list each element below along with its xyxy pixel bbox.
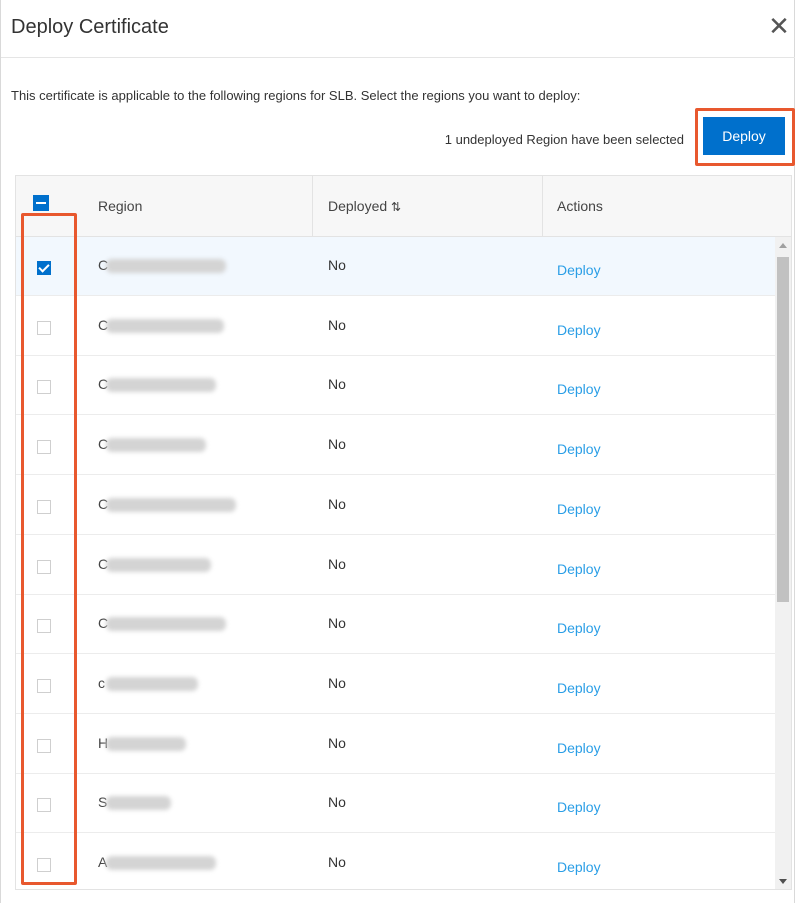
- table-row[interactable]: C No Deploy: [16, 416, 776, 476]
- redacted-region-text: [106, 497, 236, 512]
- region-cell: C: [98, 257, 248, 277]
- row-checkbox[interactable]: [37, 559, 51, 574]
- table-row[interactable]: C No Deploy: [16, 476, 776, 535]
- row-deploy-link[interactable]: Deploy: [557, 381, 601, 397]
- deploy-certificate-dialog: Deploy Certificate ✕ This certificate is…: [0, 0, 795, 903]
- redacted-region-text: [106, 676, 198, 691]
- redacted-region-text: [106, 736, 186, 751]
- region-cell: C: [98, 496, 248, 516]
- column-header-region[interactable]: Region: [98, 176, 142, 236]
- region-cell: C: [98, 615, 248, 635]
- table-row[interactable]: c No Deploy: [16, 655, 776, 714]
- row-deploy-link[interactable]: Deploy: [557, 262, 601, 278]
- row-checkbox[interactable]: [37, 798, 51, 813]
- row-checkbox[interactable]: [37, 320, 51, 335]
- redacted-region-text: [106, 557, 211, 572]
- deployed-status: No: [328, 436, 346, 453]
- region-cell: c: [98, 675, 248, 695]
- table-row[interactable]: C No Deploy: [16, 536, 776, 595]
- row-deploy-link[interactable]: Deploy: [557, 501, 601, 517]
- scroll-down-icon[interactable]: [779, 879, 787, 884]
- region-cell: S: [98, 794, 248, 814]
- region-cell: C: [98, 556, 248, 576]
- deployed-status: No: [328, 674, 346, 691]
- deployed-status: No: [328, 316, 346, 333]
- row-checkbox[interactable]: [37, 440, 51, 455]
- row-checkbox[interactable]: [37, 261, 51, 275]
- table-row[interactable]: C No Deploy: [16, 595, 776, 655]
- table-row[interactable]: C No Deploy: [16, 237, 776, 296]
- dialog-description: This certificate is applicable to the fo…: [11, 88, 581, 103]
- deployed-status: No: [328, 376, 346, 393]
- row-deploy-link[interactable]: Deploy: [557, 322, 601, 338]
- redacted-region-text: [106, 856, 216, 870]
- redacted-region-text: [106, 318, 224, 333]
- select-all-checkbox[interactable]: [33, 195, 49, 211]
- deployed-status: No: [328, 495, 346, 512]
- row-checkbox[interactable]: [37, 858, 51, 872]
- close-icon[interactable]: ✕: [766, 8, 792, 44]
- deploy-button-highlight: Deploy: [695, 108, 795, 166]
- column-divider: [542, 176, 543, 236]
- row-deploy-link[interactable]: Deploy: [557, 441, 601, 457]
- column-divider: [312, 176, 313, 236]
- region-name: c: [98, 674, 105, 691]
- row-deploy-link[interactable]: Deploy: [557, 620, 601, 636]
- table-row[interactable]: C No Deploy: [16, 356, 776, 416]
- region-cell: C: [98, 317, 248, 337]
- region-table: Region Deployed ⇅ Actions C No Deploy C No De…: [15, 175, 792, 890]
- redacted-region-text: [106, 438, 206, 453]
- dialog-header: Deploy Certificate ✕: [1, 0, 795, 58]
- dialog-title: Deploy Certificate: [11, 16, 169, 38]
- deployed-status: No: [328, 794, 346, 811]
- row-deploy-link[interactable]: Deploy: [557, 859, 601, 875]
- table-header: Region Deployed ⇅ Actions: [16, 176, 791, 237]
- region-cell: H: [98, 735, 248, 755]
- table-row[interactable]: C No Deploy: [16, 297, 776, 356]
- row-deploy-link[interactable]: Deploy: [557, 740, 601, 756]
- redacted-region-text: [106, 259, 226, 273]
- region-cell: C: [98, 436, 248, 456]
- table-row[interactable]: S No Deploy: [16, 774, 776, 834]
- row-checkbox[interactable]: [37, 738, 51, 753]
- scrollbar-thumb[interactable]: [777, 257, 789, 602]
- column-header-actions: Actions: [557, 198, 603, 214]
- column-header-deployed-label: Deployed: [328, 198, 388, 214]
- deployed-status: No: [328, 854, 346, 870]
- selection-info: 1 undeployed Region have been selected: [444, 132, 684, 147]
- deployed-status: No: [328, 555, 346, 572]
- deploy-button[interactable]: Deploy: [703, 117, 785, 155]
- redacted-region-text: [106, 378, 216, 393]
- region-cell: C: [98, 376, 248, 396]
- row-deploy-link[interactable]: Deploy: [557, 561, 601, 577]
- sort-icon[interactable]: ⇅: [391, 200, 401, 214]
- redacted-region-text: [106, 617, 226, 632]
- table-row[interactable]: H No Deploy: [16, 715, 776, 774]
- deployed-status: No: [328, 257, 346, 273]
- scroll-up-icon[interactable]: [779, 243, 787, 248]
- row-checkbox[interactable]: [37, 619, 51, 634]
- deployed-status: No: [328, 734, 346, 751]
- row-deploy-link[interactable]: Deploy: [557, 680, 601, 696]
- row-deploy-link[interactable]: Deploy: [557, 799, 601, 815]
- redacted-region-text: [106, 796, 171, 811]
- row-checkbox[interactable]: [37, 499, 51, 514]
- column-header-deployed[interactable]: Deployed ⇅: [328, 176, 401, 236]
- row-checkbox[interactable]: [37, 678, 51, 693]
- table-row[interactable]: A No Deploy: [16, 834, 776, 889]
- scrollbar[interactable]: [775, 237, 791, 889]
- region-cell: A: [98, 854, 248, 874]
- deployed-status: No: [328, 615, 346, 632]
- row-checkbox[interactable]: [37, 380, 51, 395]
